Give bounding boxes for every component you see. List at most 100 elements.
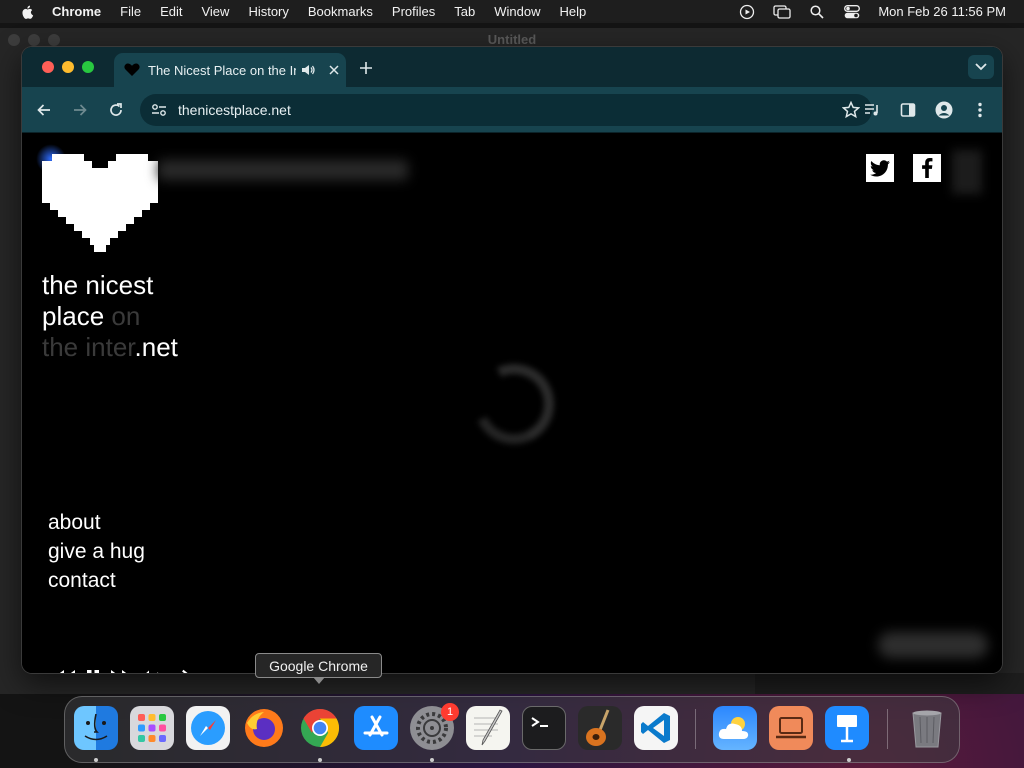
brand-line-2: place on [42,301,178,332]
dock-app-store-icon[interactable] [354,706,398,750]
nav-link-contact[interactable]: contact [48,566,145,595]
menu-bookmarks[interactable]: Bookmarks [308,4,373,19]
reload-button[interactable] [106,100,126,120]
dock-weather-icon[interactable] [713,706,757,750]
chrome-menu-button[interactable] [970,100,990,120]
apple-menu-icon[interactable] [18,4,38,20]
playlist-icon [865,104,878,116]
bookmark-star-icon[interactable] [842,101,860,119]
tab-active[interactable]: The Nicest Place on the Internet [114,53,346,87]
minimize-window-button[interactable] [62,61,74,73]
dock-chrome-icon[interactable] [298,706,342,750]
fast-forward-button[interactable] [110,668,134,673]
pixel-heart-logo-icon[interactable] [42,154,158,252]
dock-safari-icon[interactable] [186,706,230,750]
twitter-icon [870,159,890,176]
dock-launchpad-icon[interactable] [130,706,174,750]
screen-mirroring-icon[interactable] [773,4,791,19]
loading-spinner [462,352,566,456]
tab-title: The Nicest Place on the Internet [148,62,296,78]
back-button[interactable] [34,100,54,120]
dock-settings-running-dot [430,758,434,762]
rewind-button[interactable] [52,668,76,673]
nav-link-about[interactable]: about [48,508,145,537]
brand-on: on [104,301,141,331]
window-controls [42,61,94,73]
dock-tooltip: Google Chrome [255,653,382,678]
site-brand-title[interactable]: the nicest place on the inter.net [42,270,178,363]
pause-button[interactable] [81,668,105,673]
url-text[interactable]: thenicestplace.net [178,102,291,118]
volume-icon [146,670,159,673]
background-window-title: Untitled [487,32,537,47]
reload-icon [110,103,122,116]
brand-place: place [42,301,105,331]
dock-trash-icon[interactable] [905,706,949,750]
close-window-button[interactable] [42,61,54,73]
fast-forward-icon [111,670,127,673]
menu-help[interactable]: Help [560,4,587,19]
tab-close-icon[interactable] [326,62,342,78]
menu-profiles[interactable]: Profiles [392,4,435,19]
dock-separator-trash [887,709,888,749]
music-player-controls [52,668,197,673]
brand-line-1: the nicest [42,270,154,300]
dock-textedit-icon[interactable] [466,706,510,750]
dock-vscode-icon[interactable] [634,706,678,750]
menu-file[interactable]: File [120,4,141,19]
address-bar[interactable]: thenicestplace.net [140,94,872,126]
menu-bar-clock[interactable]: Mon Feb 26 11:56 PM [878,4,1006,19]
site-navigation: about give a hug contact [48,508,145,595]
chevron-down-icon [975,63,987,71]
back-arrow-icon [37,104,50,116]
brand-line-3: the inter.net [42,332,178,363]
chrome-window: The Nicest Place on the Internet [22,47,1002,673]
menu-history[interactable]: History [248,4,288,19]
menu-view[interactable]: View [201,4,229,19]
dock-separator [695,709,696,749]
menu-tab[interactable]: Tab [454,4,475,19]
heart-favicon-icon [124,63,140,76]
site-info-icon[interactable] [150,101,168,119]
side-panel-icon [900,103,916,117]
blurred-side-widget [952,150,982,194]
facebook-share-button[interactable] [913,154,941,182]
repeat-icon [182,669,188,673]
profile-avatar-icon [935,101,953,119]
dock-tooltip-arrow [313,677,325,684]
brand-dot-net: .net [134,332,178,362]
control-center-icon[interactable] [843,4,861,19]
volume-button[interactable] [139,668,163,673]
twitter-share-button[interactable] [866,154,894,182]
dock-finder-running-dot [94,758,98,762]
menu-window[interactable]: Window [494,4,540,19]
repeat-button[interactable] [168,668,192,673]
brand-the-inter: the inter [42,332,135,362]
dock-chrome-running-dot [318,758,322,762]
media-controls-button[interactable] [862,100,882,120]
zoom-window-button[interactable] [82,61,94,73]
dock-laptop-icon[interactable] [769,706,813,750]
profile-button[interactable] [934,100,954,120]
dock-keynote-icon[interactable] [825,706,869,750]
side-panel-button[interactable] [898,100,918,120]
background-window-footer [755,673,1024,694]
spotlight-search-icon[interactable] [808,4,826,19]
macos-dock: 1 [64,696,960,763]
forward-button[interactable] [70,100,90,120]
settings-notification-badge: 1 [441,703,459,721]
rewind-icon [59,670,75,673]
screen-recording-icon[interactable] [738,4,756,19]
nav-link-give-a-hug[interactable]: give a hug [48,537,145,566]
tab-audio-icon[interactable] [300,63,316,77]
dock-terminal-icon[interactable] [522,706,566,750]
menu-edit[interactable]: Edit [160,4,182,19]
new-tab-button[interactable] [356,58,376,78]
menu-app-name[interactable]: Chrome [52,4,101,19]
dock-garageband-icon[interactable] [578,706,622,750]
pause-icon [87,670,99,673]
forward-arrow-icon [74,104,87,116]
dock-finder-icon[interactable] [74,706,118,750]
tab-search-button[interactable] [968,55,994,79]
dock-firefox-icon[interactable] [242,706,286,750]
